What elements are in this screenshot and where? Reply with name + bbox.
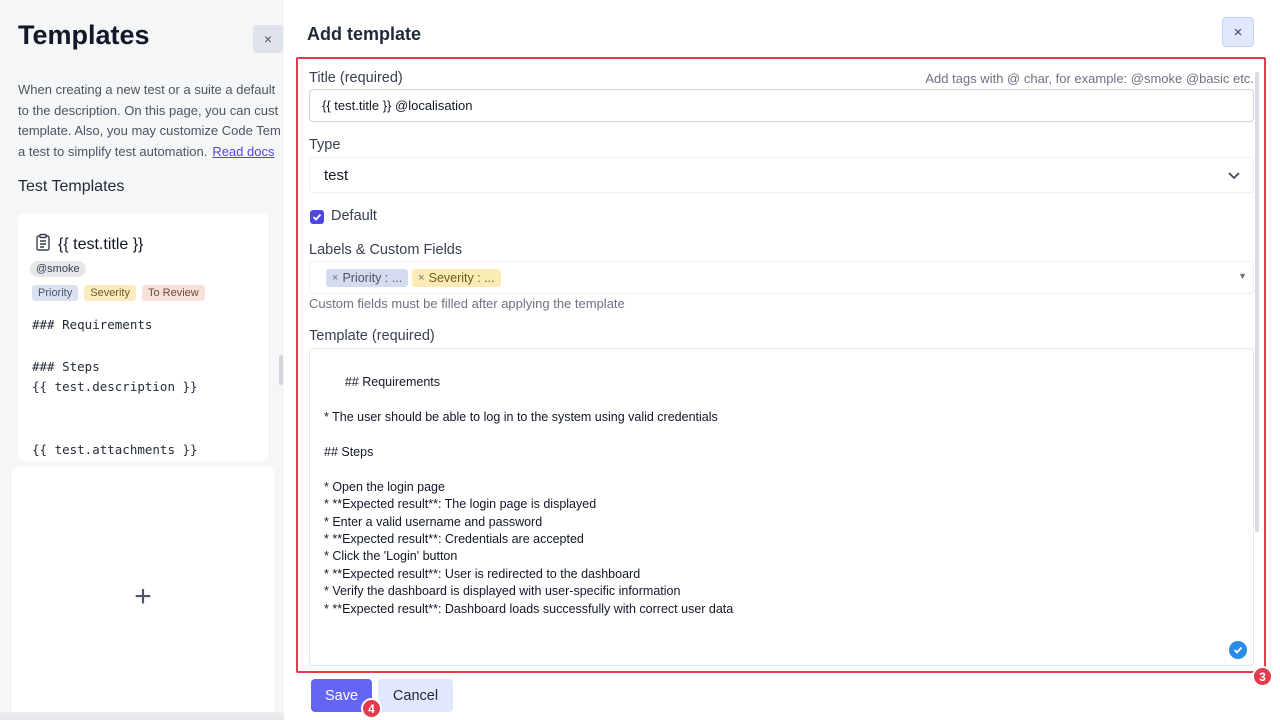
scrollbar[interactable] [279,355,283,385]
description-line: a test to simplify test automation. Read … [18,142,280,163]
step-badge: 4 [361,698,382,719]
modal-close-button[interactable]: × [1222,17,1254,47]
card-header: {{ test.title }} [34,233,143,256]
templates-page: Templates × When creating a new test or … [0,0,284,720]
add-template-modal: Add template × Title (required) Add tags… [284,0,1280,720]
read-docs-link[interactable]: Read docs [212,144,274,159]
plus-icon: + [134,580,152,613]
page-description: When creating a new test or a suite a de… [18,80,280,162]
modal-title: Add template [307,24,422,44]
cancel-button[interactable]: Cancel [378,679,453,712]
form-highlight-box [296,57,1266,673]
card-template-preview: ### Requirements ### Steps {{ test.descr… [32,317,198,457]
label-priority: Priority [32,285,79,301]
clipboard-icon [34,233,52,256]
card-labels: Priority Severity To Review [32,285,205,301]
page-title: Templates [18,20,150,50]
label-severity: Severity [84,285,136,301]
add-template-card[interactable]: + [12,467,274,720]
step-badge: 3 [1252,666,1273,687]
description-text: a test to simplify test automation. [18,143,208,159]
label-to-review: To Review [141,285,205,301]
template-card[interactable]: {{ test.title }} @smoke Priority Severit… [18,213,268,461]
footer-shade [0,712,284,720]
description-line: When creating a new test or a suite a de… [18,82,276,97]
card-title: {{ test.title }} [58,235,144,253]
close-button[interactable]: × [253,25,283,53]
tag-smoke: @smoke [30,261,86,277]
description-line: template. Also, you may customize Code T… [18,123,280,138]
description-line: to the description. On this page, you ca… [18,102,279,118]
section-title: Test Templates [18,178,125,195]
